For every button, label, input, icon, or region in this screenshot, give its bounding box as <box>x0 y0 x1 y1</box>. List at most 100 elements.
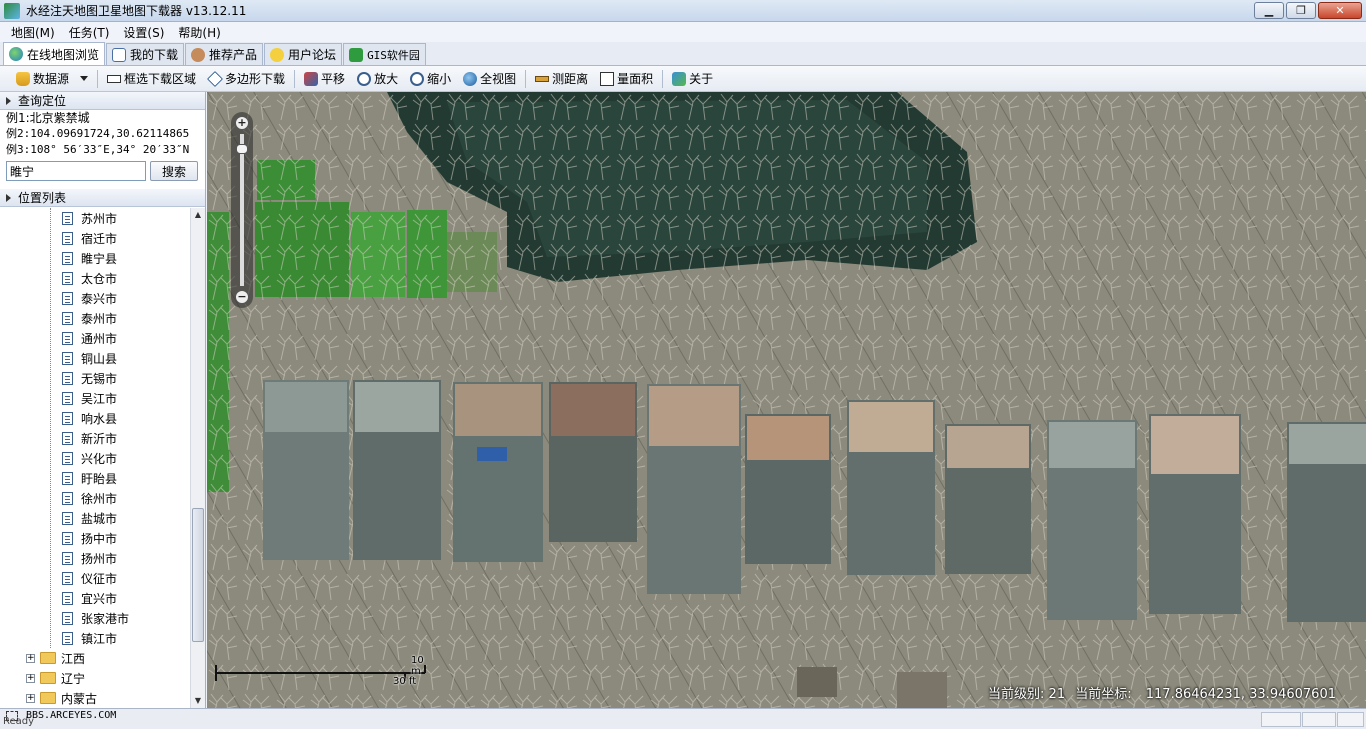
tree-item-label: 新沂市 <box>81 431 118 446</box>
tree-item-city[interactable]: 盐城市 <box>0 508 190 528</box>
menu-map[interactable]: 地图(M) <box>4 24 62 41</box>
query-panel-title: 查询定位 <box>18 94 67 108</box>
tree-item-city[interactable]: 兴化市 <box>0 448 190 468</box>
tree-item-city[interactable]: 响水县 <box>0 408 190 428</box>
tree-item-city[interactable]: 盱眙县 <box>0 468 190 488</box>
toolbar-separator <box>294 69 296 88</box>
box-download-button[interactable]: 框选下载区域 <box>101 68 202 90</box>
document-icon <box>62 551 73 565</box>
zoom-out-button[interactable]: 缩小 <box>404 68 457 90</box>
query-panel-header[interactable]: 查询定位 <box>0 92 205 110</box>
zoom-slider[interactable]: + − <box>231 112 253 308</box>
search-input[interactable] <box>6 161 146 181</box>
tree-item-label: 通州市 <box>81 331 118 346</box>
tab-gis-park[interactable]: GIS软件园 <box>343 43 426 65</box>
zoom-track[interactable] <box>240 134 244 286</box>
scale-meters: 10 m <box>411 655 424 677</box>
measure-distance-button[interactable]: 测距离 <box>529 68 594 90</box>
status-url: BBS.ARCEYES.COM <box>26 710 117 721</box>
document-icon <box>62 391 73 405</box>
tree-item-city[interactable]: 徐州市 <box>0 488 190 508</box>
tree-item-city[interactable]: 苏州市 <box>0 208 190 228</box>
minimize-button[interactable]: ▁ <box>1254 2 1284 19</box>
zoom-in-icon <box>357 71 372 86</box>
tree-item-city[interactable]: 宿迁市 <box>0 228 190 248</box>
expand-icon[interactable]: + <box>26 673 35 683</box>
tree-item-label: 扬州市 <box>81 551 118 566</box>
full-view-button[interactable]: 全视图 <box>457 68 522 90</box>
tab-recommended[interactable]: 推荐产品 <box>185 43 264 65</box>
expand-icon[interactable]: + <box>26 653 35 663</box>
tree-item-city[interactable]: 仪征市 <box>0 568 190 588</box>
chevron-down-icon <box>80 76 89 81</box>
pan-button[interactable]: 平移 <box>298 68 351 90</box>
tree-item-city[interactable]: 宜兴市 <box>0 588 190 608</box>
gis-icon <box>349 47 364 62</box>
tree-item-label: 徐州市 <box>81 491 118 506</box>
tree-item-city[interactable]: 吴江市 <box>0 388 190 408</box>
scroll-down-icon[interactable]: ▼ <box>191 694 205 708</box>
tab-label: GIS软件园 <box>367 48 420 62</box>
title-bar: 水经注天地图卫星地图下载器 v13.12.11 ▁ ❐ ✕ <box>0 0 1366 22</box>
tree-item-province[interactable]: + 内蒙古 <box>0 688 190 708</box>
app-icon <box>4 2 20 19</box>
folder-icon <box>40 652 56 664</box>
tab-my-downloads[interactable]: 我的下载 <box>106 43 185 65</box>
tree-item-city[interactable]: 扬中市 <box>0 528 190 548</box>
tree-item-city[interactable]: 扬州市 <box>0 548 190 568</box>
query-example-1: 例1:北京紫禁城 <box>6 111 90 125</box>
measure-area-label: 量面积 <box>617 72 654 86</box>
toolbar: 数据源 框选下载区域 多边形下载 平移 放大 缩小 全视图 测距离 量面积 关于 <box>0 66 1366 92</box>
tree-scrollbar[interactable]: ▲ ▼ <box>190 208 205 708</box>
tree-item-city[interactable]: 镇江市 <box>0 628 190 648</box>
tree-item-label: 宜兴市 <box>81 591 118 606</box>
satellite-map-view[interactable]: + − 10 m 30 ft 当前级别: 21 当前坐标: 117.864642… <box>207 92 1366 708</box>
scroll-up-icon[interactable]: ▲ <box>191 208 205 222</box>
maximize-button[interactable]: ❐ <box>1286 2 1316 19</box>
expand-icon[interactable]: + <box>26 693 35 703</box>
location-list-header[interactable]: 位置列表 <box>0 189 205 207</box>
tree-item-province[interactable]: + 辽宁 <box>0 668 190 688</box>
tree-item-city[interactable]: 无锡市 <box>0 368 190 388</box>
menu-settings[interactable]: 设置(S) <box>116 24 171 41</box>
zoom-in-button[interactable]: 放大 <box>351 68 404 90</box>
tree-item-city[interactable]: 太仓市 <box>0 268 190 288</box>
menu-help[interactable]: 帮助(H) <box>171 24 227 41</box>
document-icon <box>62 251 73 265</box>
tab-online-map[interactable]: 在线地图浏览 <box>3 42 106 65</box>
polygon-download-button[interactable]: 多边形下载 <box>202 68 291 90</box>
tree-item-city[interactable]: 泰州市 <box>0 308 190 328</box>
tree-item-label: 泰兴市 <box>81 291 118 306</box>
pan-icon <box>304 71 319 86</box>
folder-icon <box>40 692 56 704</box>
scroll-thumb[interactable] <box>192 508 204 642</box>
tree-item-city[interactable]: 泰兴市 <box>0 288 190 308</box>
zoom-knob[interactable] <box>236 144 248 154</box>
tree-item-city[interactable]: 通州市 <box>0 328 190 348</box>
tree-item-city[interactable]: 张家港市 <box>0 608 190 628</box>
about-button[interactable]: 关于 <box>666 68 719 90</box>
tree-item-city[interactable]: 新沂市 <box>0 428 190 448</box>
tab-label: 在线地图浏览 <box>27 47 100 62</box>
tree-item-province[interactable]: + 江西 <box>0 648 190 668</box>
scale-bar: 10 m 30 ft <box>215 655 427 687</box>
tree-item-label: 内蒙古 <box>61 691 98 706</box>
pan-label: 平移 <box>321 72 346 86</box>
zoom-minus-icon[interactable]: − <box>235 290 249 304</box>
zoom-plus-icon[interactable]: + <box>235 116 249 130</box>
search-button[interactable]: 搜索 <box>150 161 198 181</box>
document-icon <box>62 471 73 485</box>
tab-forum[interactable]: 用户论坛 <box>264 43 343 65</box>
menu-task[interactable]: 任务(T) <box>62 24 117 41</box>
tree-item-city[interactable]: 睢宁县 <box>0 248 190 268</box>
measure-area-button[interactable]: 量面积 <box>594 68 659 90</box>
query-example-3: 例3:108° 56′33″E,34° 20′33″N <box>6 143 190 156</box>
tree-item-label: 泰州市 <box>81 311 118 326</box>
location-list-title: 位置列表 <box>18 191 67 205</box>
datasource-dropdown[interactable]: 数据源 <box>10 68 94 90</box>
tree-item-city[interactable]: 铜山县 <box>0 348 190 368</box>
collapse-icon <box>6 96 11 105</box>
close-button[interactable]: ✕ <box>1318 2 1362 19</box>
rectangle-select-icon <box>107 74 122 83</box>
status-cell <box>1337 712 1364 727</box>
